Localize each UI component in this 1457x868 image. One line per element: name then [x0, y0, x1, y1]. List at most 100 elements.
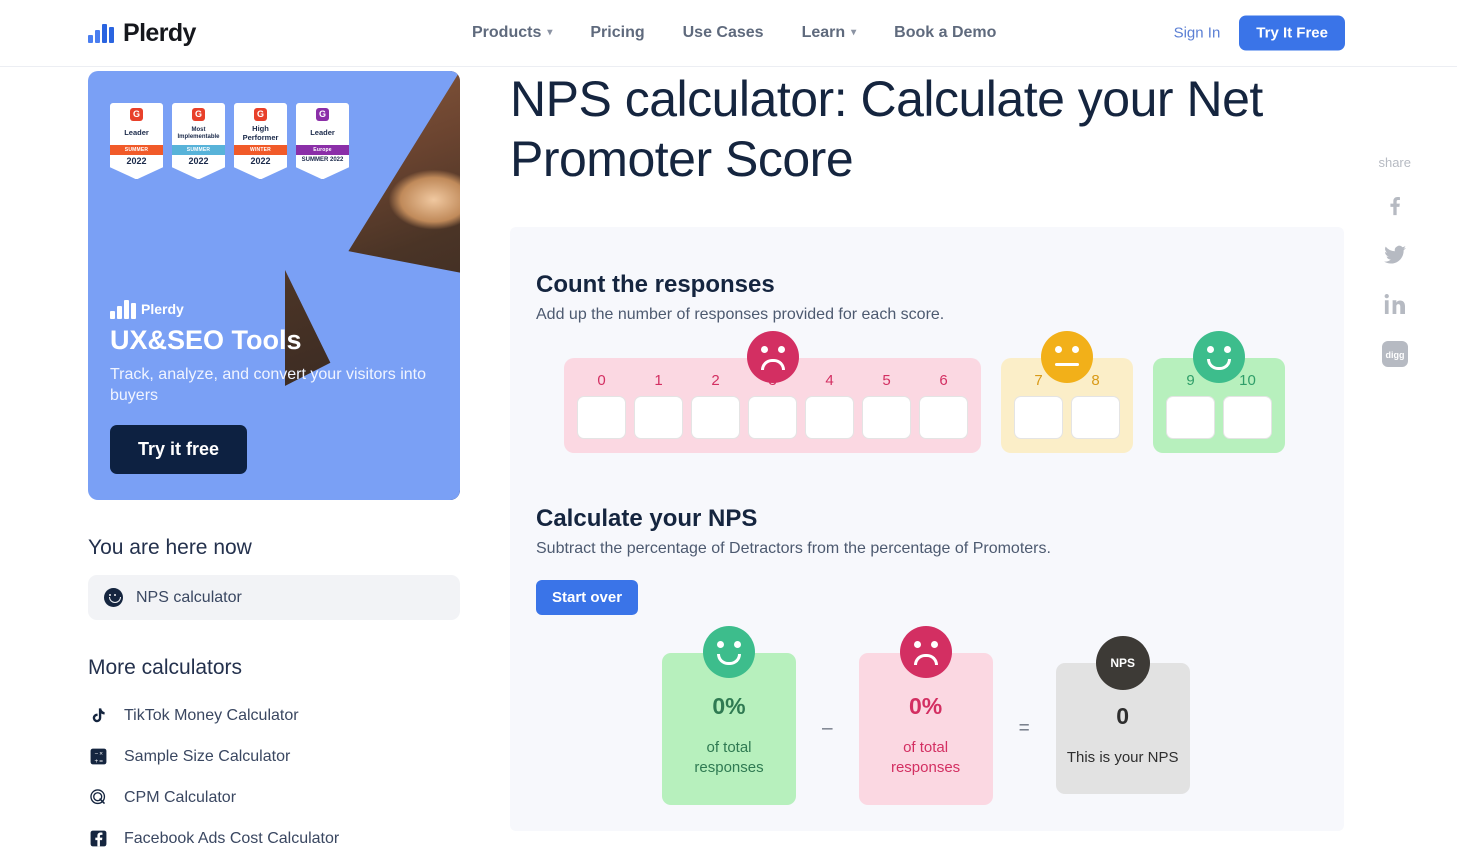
nav-label: Learn — [801, 24, 846, 41]
score-group-detractors: 0 1 2 3 4 — [564, 331, 981, 453]
main-content: NPS calculator: Calculate your Net Promo… — [460, 67, 1457, 859]
svg-text:×: × — [99, 751, 103, 758]
svg-text:=: = — [99, 758, 103, 765]
start-over-button[interactable]: Start over — [536, 580, 639, 615]
chevron-down-icon: ▾ — [851, 27, 857, 38]
nps-value: 0 — [1116, 703, 1130, 730]
sidebar-item-sample-size-calculator[interactable]: − × + = Sample Size Calculator — [88, 736, 460, 777]
detractors-result-card: 0% of total responses — [858, 626, 993, 805]
happy-face-icon — [1193, 331, 1245, 383]
sign-in-link[interactable]: Sign In — [1174, 25, 1221, 42]
you-are-here-heading: You are here now — [88, 536, 252, 559]
sidebar-item-label: TikTok Money Calculator — [124, 706, 299, 724]
score-label: 4 — [825, 372, 834, 389]
promoters-sublabel: of total responses — [694, 739, 764, 777]
share-bar: share digg — [1378, 155, 1411, 372]
results-row: 0% of total responses – 0% of total resp… — [536, 626, 1318, 805]
badge-title: Leader — [124, 128, 149, 138]
logo[interactable]: Plerdy — [88, 19, 230, 48]
score-input-4[interactable] — [805, 396, 854, 439]
plerdy-logo-icon — [88, 23, 114, 43]
facebook-icon — [88, 828, 109, 849]
sidebar-item-tiktok-money-calculator[interactable]: TikTok Money Calculator — [88, 695, 460, 736]
ukraine-flag-icon — [207, 21, 230, 36]
nav-item-products[interactable]: Products ▾ — [472, 24, 552, 42]
score-input-0[interactable] — [577, 396, 626, 439]
score-cell: 6 — [919, 372, 968, 439]
sidebar-item-nps-calculator[interactable]: NPS calculator — [88, 575, 460, 620]
promo-text: Track, analyze, and convert your visitor… — [110, 365, 426, 405]
logo-text: Plerdy — [123, 18, 196, 47]
nps-sublabel: This is your NPS — [1066, 749, 1179, 767]
promo-brand: Plerdy — [110, 299, 460, 320]
equals-operator: = — [1018, 717, 1030, 739]
score-cell: 4 — [805, 372, 854, 439]
nav-item-pricing[interactable]: Pricing — [590, 24, 644, 42]
score-group-promoters: 9 10 — [1153, 331, 1285, 453]
detractors-percent: 0% — [908, 693, 943, 719]
g2-badge: G Leader Europe SUMMER 2022 — [296, 103, 349, 180]
digg-icon[interactable]: digg — [1381, 341, 1408, 372]
score-cell: 9 — [1166, 372, 1215, 439]
score-input-10[interactable] — [1223, 396, 1272, 439]
g2-badges: G Leader SUMMER 2022 G Most Implementabl… — [110, 103, 349, 180]
tiktok-icon — [88, 705, 109, 726]
badge-year: 2022 — [126, 156, 147, 166]
sidebar-item-cpm-calculator[interactable]: CPM Calculator — [88, 777, 460, 818]
linkedin-icon[interactable] — [1383, 292, 1407, 321]
score-input-8[interactable] — [1071, 396, 1120, 439]
score-cell: 10 — [1223, 372, 1272, 439]
count-responses-description: Add up the number of responses provided … — [536, 306, 945, 323]
g2-badge: G Leader SUMMER 2022 — [110, 103, 163, 180]
facebook-icon[interactable] — [1384, 192, 1406, 223]
score-label: 1 — [654, 372, 663, 389]
badge-title: Leader — [310, 128, 335, 138]
nav-item-learn[interactable]: Learn ▾ — [802, 24, 857, 42]
page-title: NPS calculator: Calculate your Net Promo… — [510, 71, 1263, 187]
twitter-icon[interactable] — [1383, 243, 1407, 272]
score-cell: 0 — [577, 372, 626, 439]
score-cell: 1 — [634, 372, 683, 439]
score-cell: 2 — [691, 372, 740, 439]
sad-face-icon — [746, 331, 799, 383]
score-input-5[interactable] — [862, 396, 911, 439]
sidebar-item-facebook-ads-cost-calculator[interactable]: Facebook Ads Cost Calculator — [88, 818, 460, 859]
g2-logo-icon: G — [192, 108, 205, 121]
calculate-nps-heading: Calculate your NPS — [536, 505, 758, 532]
score-input-3[interactable] — [748, 396, 797, 439]
sidebar-item-label: Sample Size Calculator — [124, 747, 291, 765]
g2-badge: G High Performer WINTER 2022 — [234, 103, 287, 180]
count-responses-heading: Count the responses — [536, 271, 775, 298]
try-it-free-button[interactable]: Try It Free — [1239, 15, 1345, 51]
badge-title: High Performer — [242, 123, 279, 142]
badge-year: 2022 — [250, 156, 271, 166]
score-label: 6 — [939, 372, 948, 389]
score-groups: 0 1 2 3 4 — [536, 331, 1318, 453]
score-cell: 8 — [1071, 372, 1120, 439]
promoters-result-card: 0% of total responses — [662, 626, 796, 805]
sidebar-item-label: NPS calculator — [136, 588, 242, 606]
cpm-icon — [88, 787, 109, 808]
header-actions: Sign In Try It Free — [1174, 15, 1345, 51]
promoters-percent: 0% — [712, 693, 746, 719]
score-label: 2 — [711, 372, 720, 389]
score-label: 0 — [597, 372, 606, 389]
calculator-panel: Count the responses Add up the number of… — [510, 227, 1344, 831]
badge-year: SUMMER 2022 — [301, 157, 344, 163]
site-header: Plerdy Products ▾ Pricing Use Cases Lear… — [0, 0, 1457, 67]
promo-banner[interactable]: G Leader SUMMER 2022 G Most Implementabl… — [88, 71, 460, 500]
promo-content: Plerdy UX&SEO Tools Track, analyze, and … — [110, 299, 460, 474]
score-input-6[interactable] — [919, 396, 968, 439]
svg-text:+: + — [95, 758, 99, 765]
score-input-7[interactable] — [1014, 396, 1063, 439]
more-calculators-list: TikTok Money Calculator − × + = Sample S… — [88, 695, 460, 859]
nav-item-book-a-demo[interactable]: Book a Demo — [894, 24, 996, 42]
promo-try-it-free-button[interactable]: Try it free — [110, 425, 248, 474]
score-group-passives: 7 8 — [1001, 331, 1133, 453]
score-input-9[interactable] — [1166, 396, 1215, 439]
score-input-1[interactable] — [634, 396, 683, 439]
sidebar-item-label: CPM Calculator — [124, 788, 237, 806]
nav-item-use-cases[interactable]: Use Cases — [683, 24, 764, 42]
badge-band: WINTER — [234, 145, 287, 155]
score-input-2[interactable] — [691, 396, 740, 439]
